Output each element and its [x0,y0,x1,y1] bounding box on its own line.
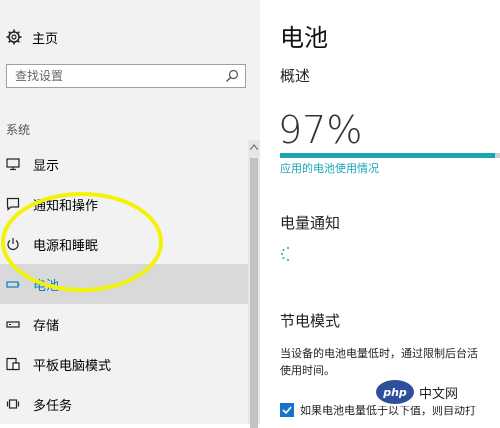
sidebar-item-multitasking[interactable]: 多任务 [0,384,248,424]
watermark: php 中文网 [376,378,486,406]
main-content: 电池 概述 97% 应用的电池使用情况 电量通知 节电模式 当设备的电池电量低时… [278,0,500,424]
sidebar: 主页 系统 显示 通知和操作 电源和睡眠 [0,0,260,428]
monitor-icon [6,158,20,171]
checkbox-checked-icon[interactable] [280,403,294,417]
sidebar-item-storage[interactable]: 存储 [0,304,248,344]
sidebar-item-label: 多任务 [33,398,73,414]
power-icon [7,238,19,251]
gear-icon [6,29,22,45]
home-label: 主页 [32,31,59,47]
loading-spinner-icon [281,247,289,261]
sidebar-item-display[interactable]: 显示 [0,144,248,184]
watermark-text: 中文网 [419,386,459,402]
section-title-system: 系统 [6,123,31,137]
home-link[interactable]: 主页 [6,26,58,48]
sidebar-item-label: 电池 [33,278,60,294]
battery-notifications-heading: 电量通知 [280,214,341,232]
battery-saver-description-line-2: 使用时间。 [280,364,335,377]
search-icon[interactable] [225,69,239,83]
scroll-up-arrow-icon[interactable] [250,144,258,150]
scrollbar-thumb[interactable] [250,158,258,428]
multitask-icon [6,399,20,409]
notification-icon [6,197,20,211]
battery-level-bar [280,153,500,158]
battery-icon [6,281,20,288]
sidebar-item-power-sleep[interactable]: 电源和睡眠 [0,224,248,264]
sidebar-item-label: 存储 [33,318,60,334]
sidebar-item-battery[interactable]: 电池 [0,264,248,304]
sidebar-item-label: 电源和睡眠 [33,238,99,254]
sidebar-item-label: 平板电脑模式 [33,358,112,374]
battery-saver-heading: 节电模式 [280,312,341,330]
search-box[interactable] [6,64,246,88]
battery-percentage: 97% [278,108,363,152]
battery-saver-description: 当设备的电池电量低时，通过限制后台活 使用时间。 [280,345,500,379]
overview-heading: 概述 [280,67,311,85]
sidebar-item-notifications[interactable]: 通知和操作 [0,184,248,224]
sidebar-scrollbar[interactable] [248,140,260,428]
sidebar-item-tablet-mode[interactable]: 平板电脑模式 [0,344,248,384]
tablet-mode-icon [6,357,20,371]
sidebar-item-label: 显示 [33,158,60,174]
sidebar-item-label: 通知和操作 [33,198,99,214]
php-logo: php [376,380,414,404]
battery-usage-by-app-link[interactable]: 应用的电池使用情况 [280,160,379,176]
page-title: 电池 [280,24,328,52]
search-input[interactable] [7,65,220,87]
storage-icon [6,321,20,328]
battery-level-fill [280,153,496,158]
battery-saver-description-line-1: 当设备的电池电量低时，通过限制后台活 [280,347,478,360]
